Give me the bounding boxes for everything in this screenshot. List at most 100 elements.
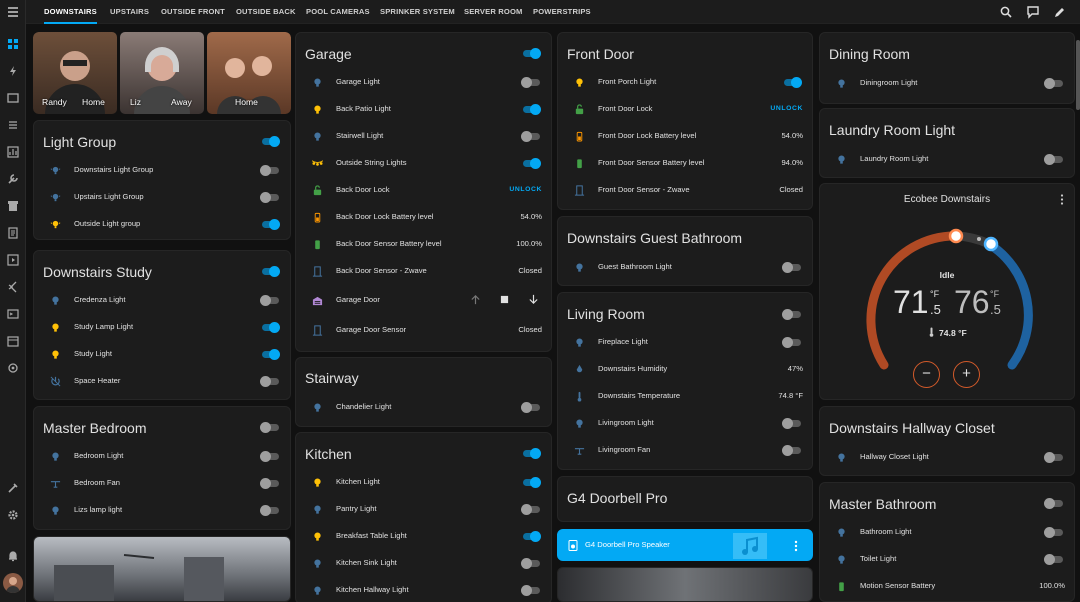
entity-toggle[interactable] <box>521 504 541 515</box>
user-avatar[interactable] <box>3 573 23 593</box>
entity-toggle[interactable] <box>521 77 541 88</box>
settings-icon[interactable] <box>5 507 21 523</box>
unlock-button[interactable]: UNLOCK <box>509 186 542 193</box>
menu-icon[interactable] <box>5 4 21 20</box>
arrow-down-icon[interactable] <box>528 294 539 305</box>
search-icon[interactable] <box>999 5 1013 19</box>
entity-label: Front Door Sensor Battery level <box>598 158 705 167</box>
entity-label: Back Door Lock Battery level <box>336 212 434 221</box>
entity-toggle[interactable] <box>260 219 280 230</box>
more-vertical-icon[interactable] <box>794 540 798 552</box>
entity-toggle[interactable] <box>521 477 541 488</box>
entity-toggle[interactable] <box>260 349 280 360</box>
camera-feed[interactable] <box>33 536 291 602</box>
entity-toggle[interactable] <box>1044 527 1064 538</box>
card-title: Master Bedroom <box>43 420 147 436</box>
doorbell-camera-feed[interactable] <box>557 567 813 602</box>
arrow-up-icon[interactable] <box>470 294 481 305</box>
entity-toggle[interactable] <box>260 376 280 387</box>
decrease-temp-button[interactable]: − <box>913 361 940 388</box>
entity-toggle[interactable] <box>260 192 280 203</box>
scrollbar[interactable] <box>1076 40 1080 110</box>
target-temp-low[interactable]: 71 <box>893 284 929 321</box>
header-toggle[interactable] <box>260 422 280 433</box>
entity-label: Garage Door Sensor <box>336 325 407 334</box>
stop-icon[interactable] <box>500 295 509 304</box>
entity-toggle[interactable] <box>260 478 280 489</box>
entity-toggle[interactable] <box>521 131 541 142</box>
entity-toggle[interactable] <box>1044 78 1064 89</box>
entity-toggle[interactable] <box>782 337 802 348</box>
entity-toggle[interactable] <box>521 104 541 115</box>
tab-downstairs[interactable]: DOWNSTAIRS <box>44 0 97 24</box>
logbook-icon[interactable] <box>5 117 21 133</box>
header-toggle[interactable] <box>782 309 802 320</box>
entity-toggle[interactable] <box>260 165 280 176</box>
entity-toggle[interactable] <box>260 322 280 333</box>
person-randy[interactable]: Randy Home <box>33 32 117 114</box>
list-item: Garage Light <box>296 71 551 93</box>
map-icon[interactable] <box>5 90 21 106</box>
increase-temp-button[interactable]: + <box>953 361 980 388</box>
header-toggle[interactable] <box>260 266 280 277</box>
developer-tools-icon[interactable] <box>5 480 21 496</box>
entity-toggle[interactable] <box>782 445 802 456</box>
entity-toggle[interactable] <box>260 451 280 462</box>
tab-outside-back[interactable]: OUTSIDE BACK <box>236 0 296 24</box>
battery-50-icon <box>572 129 586 143</box>
notifications-icon[interactable] <box>5 548 21 564</box>
tab-upstairs[interactable]: UPSTAIRS <box>110 0 149 24</box>
dashboard-icon[interactable] <box>5 36 21 52</box>
wrench-icon[interactable] <box>5 171 21 187</box>
person-kids[interactable]: Home <box>207 32 291 114</box>
notes-icon[interactable] <box>5 225 21 241</box>
target-temp-high[interactable]: 76 <box>954 284 990 321</box>
unlock-button[interactable]: UNLOCK <box>770 105 803 112</box>
history-icon[interactable] <box>5 144 21 160</box>
entity-toggle[interactable] <box>521 531 541 542</box>
battery-full-icon <box>834 579 848 593</box>
entity-toggle[interactable] <box>521 585 541 596</box>
entity-toggle[interactable] <box>1044 154 1064 165</box>
calendar-icon[interactable] <box>5 333 21 349</box>
tab-server-room[interactable]: SERVER ROOM <box>464 0 522 24</box>
vscode-icon[interactable] <box>5 279 21 295</box>
entity-toggle[interactable] <box>782 418 802 429</box>
tab-sprinkler-system[interactable]: SPRINKER SYSTEM <box>380 0 455 24</box>
card-title: Downstairs Study <box>43 264 152 280</box>
person-liz[interactable]: Liz Away <box>120 32 204 114</box>
entity-toggle[interactable] <box>521 402 541 413</box>
header-toggle[interactable] <box>1044 498 1064 509</box>
tab-pool-cameras[interactable]: POOL CAMERAS <box>306 0 370 24</box>
tab-powerstrips[interactable]: POWERSTRIPS <box>533 0 591 24</box>
thermostat-dial[interactable] <box>853 212 1043 372</box>
entity-toggle[interactable] <box>782 77 802 88</box>
list-item: Chandelier Light <box>296 396 551 418</box>
lightbulb-icon <box>572 335 586 349</box>
entity-toggle[interactable] <box>521 158 541 169</box>
zwave-icon[interactable] <box>5 360 21 376</box>
terminal-icon[interactable] <box>5 306 21 322</box>
store-icon[interactable] <box>5 198 21 214</box>
energy-icon[interactable] <box>5 63 21 79</box>
entity-toggle[interactable] <box>782 262 802 273</box>
lightbulb-icon <box>572 75 586 89</box>
entity-value: 74.8 °F <box>778 391 803 400</box>
doorbell-speaker-player[interactable]: G4 Doorbell Pro Speaker <box>557 529 813 561</box>
header-toggle[interactable] <box>260 136 280 147</box>
entity-toggle[interactable] <box>260 295 280 306</box>
entity-toggle[interactable] <box>260 505 280 516</box>
assist-icon[interactable] <box>1026 5 1040 19</box>
tab-outside-front[interactable]: OUTSIDE FRONT <box>161 0 225 24</box>
lock-open-icon <box>310 183 324 197</box>
header-toggle[interactable] <box>521 48 541 59</box>
header-toggle[interactable] <box>521 448 541 459</box>
entity-toggle[interactable] <box>1044 452 1064 463</box>
battery-full-icon <box>310 237 324 251</box>
entity-toggle[interactable] <box>521 558 541 569</box>
edit-icon[interactable] <box>1053 5 1067 19</box>
more-vertical-icon[interactable] <box>1060 194 1064 205</box>
entity-toggle[interactable] <box>1044 554 1064 565</box>
media-icon[interactable] <box>5 252 21 268</box>
card-title: Front Door <box>567 46 634 62</box>
